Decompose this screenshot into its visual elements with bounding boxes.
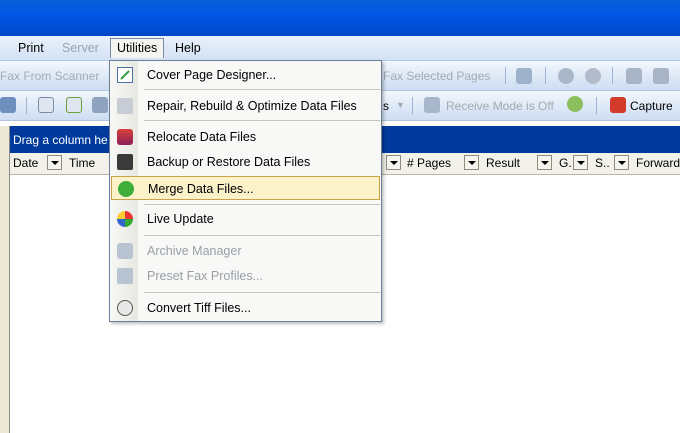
menu-separator — [144, 204, 380, 205]
capture-button[interactable]: Capture — [630, 99, 673, 113]
receive-mode-button[interactable]: Receive Mode is Off — [446, 99, 554, 113]
send-icon[interactable] — [92, 97, 108, 113]
menu-item-repair-rebuild[interactable]: Repair, Rebuild & Optimize Data Files — [111, 94, 380, 118]
cancel-icon[interactable] — [585, 68, 601, 84]
menu-item-cover-page-designer[interactable]: Cover Page Designer... — [111, 63, 380, 87]
column-result-filter-button[interactable] — [537, 155, 552, 170]
column-forward[interactable]: Forward — [636, 156, 680, 170]
menu-item-label: Backup or Restore Data Files — [147, 155, 311, 169]
backup-icon — [117, 154, 133, 170]
live-update-icon — [117, 211, 133, 227]
toolbar-divider — [412, 97, 413, 114]
convert-tiff-icon — [117, 300, 133, 316]
repair-icon — [117, 98, 133, 114]
menu-separator — [144, 89, 380, 90]
menu-help[interactable]: Help — [175, 41, 201, 55]
menu-item-archive-manager[interactable]: Archive Manager — [111, 239, 380, 263]
utilities-menu: Cover Page Designer... Repair, Rebuild &… — [109, 60, 382, 322]
menu-utilities[interactable]: Utilities — [110, 38, 165, 58]
refresh-icon[interactable] — [567, 96, 583, 112]
menu-item-label: Live Update — [147, 212, 214, 226]
column-g[interactable]: G. — [559, 156, 572, 170]
menu-item-backup-restore[interactable]: Backup or Restore Data Files — [111, 150, 380, 174]
edit-document-icon[interactable] — [66, 97, 82, 113]
menu-item-label: Cover Page Designer... — [147, 68, 277, 82]
capture-icon[interactable] — [610, 97, 626, 113]
column-pages[interactable]: # Pages — [407, 156, 451, 170]
new-document-icon[interactable] — [38, 97, 54, 113]
menu-print[interactable]: Print — [18, 41, 44, 55]
toolbar-divider — [612, 67, 613, 84]
cover-page-icon — [117, 67, 133, 83]
column-filter-button[interactable] — [386, 155, 401, 170]
menu-separator — [144, 292, 380, 293]
grid-view-icon[interactable] — [516, 68, 532, 84]
menu-item-label: Relocate Data Files — [147, 130, 257, 144]
receive-mode-icon[interactable] — [424, 97, 440, 113]
toolbar-divider — [505, 67, 506, 84]
menu-item-label: Convert Tiff Files... — [147, 301, 251, 315]
menu-bar: Print Server Utilities Help — [0, 36, 680, 61]
menu-item-label: Merge Data Files... — [148, 182, 254, 196]
receive-icon[interactable] — [0, 97, 16, 113]
group-by-hint: Drag a column he — [13, 133, 108, 147]
archive-icon — [117, 243, 133, 259]
menu-item-label: Repair, Rebuild & Optimize Data Files — [147, 99, 357, 113]
column-s-filter-button[interactable] — [614, 155, 629, 170]
stop-icon[interactable] — [558, 68, 574, 84]
column-result[interactable]: Result — [486, 156, 520, 170]
toolbar-divider — [26, 97, 27, 114]
toolbar-divider — [596, 97, 597, 114]
merge-icon — [118, 181, 134, 197]
column-date-filter-button[interactable] — [47, 155, 62, 170]
fax-profiles-icon — [117, 268, 133, 284]
column-g-filter-button[interactable] — [573, 155, 588, 170]
paste-icon[interactable] — [653, 68, 669, 84]
menu-item-convert-tiff[interactable]: Convert Tiff Files... — [111, 296, 380, 320]
column-s[interactable]: S.. — [595, 156, 610, 170]
relocate-icon — [117, 129, 133, 145]
menu-item-merge-data-files[interactable]: Merge Data Files... — [111, 176, 380, 200]
menu-item-relocate-data-files[interactable]: Relocate Data Files — [111, 125, 380, 149]
left-pane-edge — [0, 126, 10, 433]
menu-item-label: Archive Manager — [147, 244, 242, 258]
chevron-down-icon[interactable]: ▼ — [396, 100, 405, 110]
fax-from-scanner-button[interactable]: Fax From Scanner — [0, 69, 99, 83]
menu-item-label: Preset Fax Profiles... — [147, 269, 264, 283]
column-date[interactable]: Date — [13, 156, 38, 170]
column-pages-filter-button[interactable] — [464, 155, 479, 170]
toolbar-s-label: s — [383, 99, 389, 113]
fax-selected-pages-button[interactable]: Fax Selected Pages — [383, 69, 490, 83]
menu-item-live-update[interactable]: Live Update — [111, 207, 380, 231]
window-titlebar — [0, 0, 680, 36]
column-time[interactable]: Time — [69, 156, 95, 170]
toolbar-divider — [545, 67, 546, 84]
menu-separator — [144, 120, 380, 121]
menu-server[interactable]: Server — [62, 41, 99, 55]
menu-item-preset-fax-profiles[interactable]: Preset Fax Profiles... — [111, 264, 380, 288]
menu-separator — [144, 235, 380, 236]
copy-icon[interactable] — [626, 68, 642, 84]
